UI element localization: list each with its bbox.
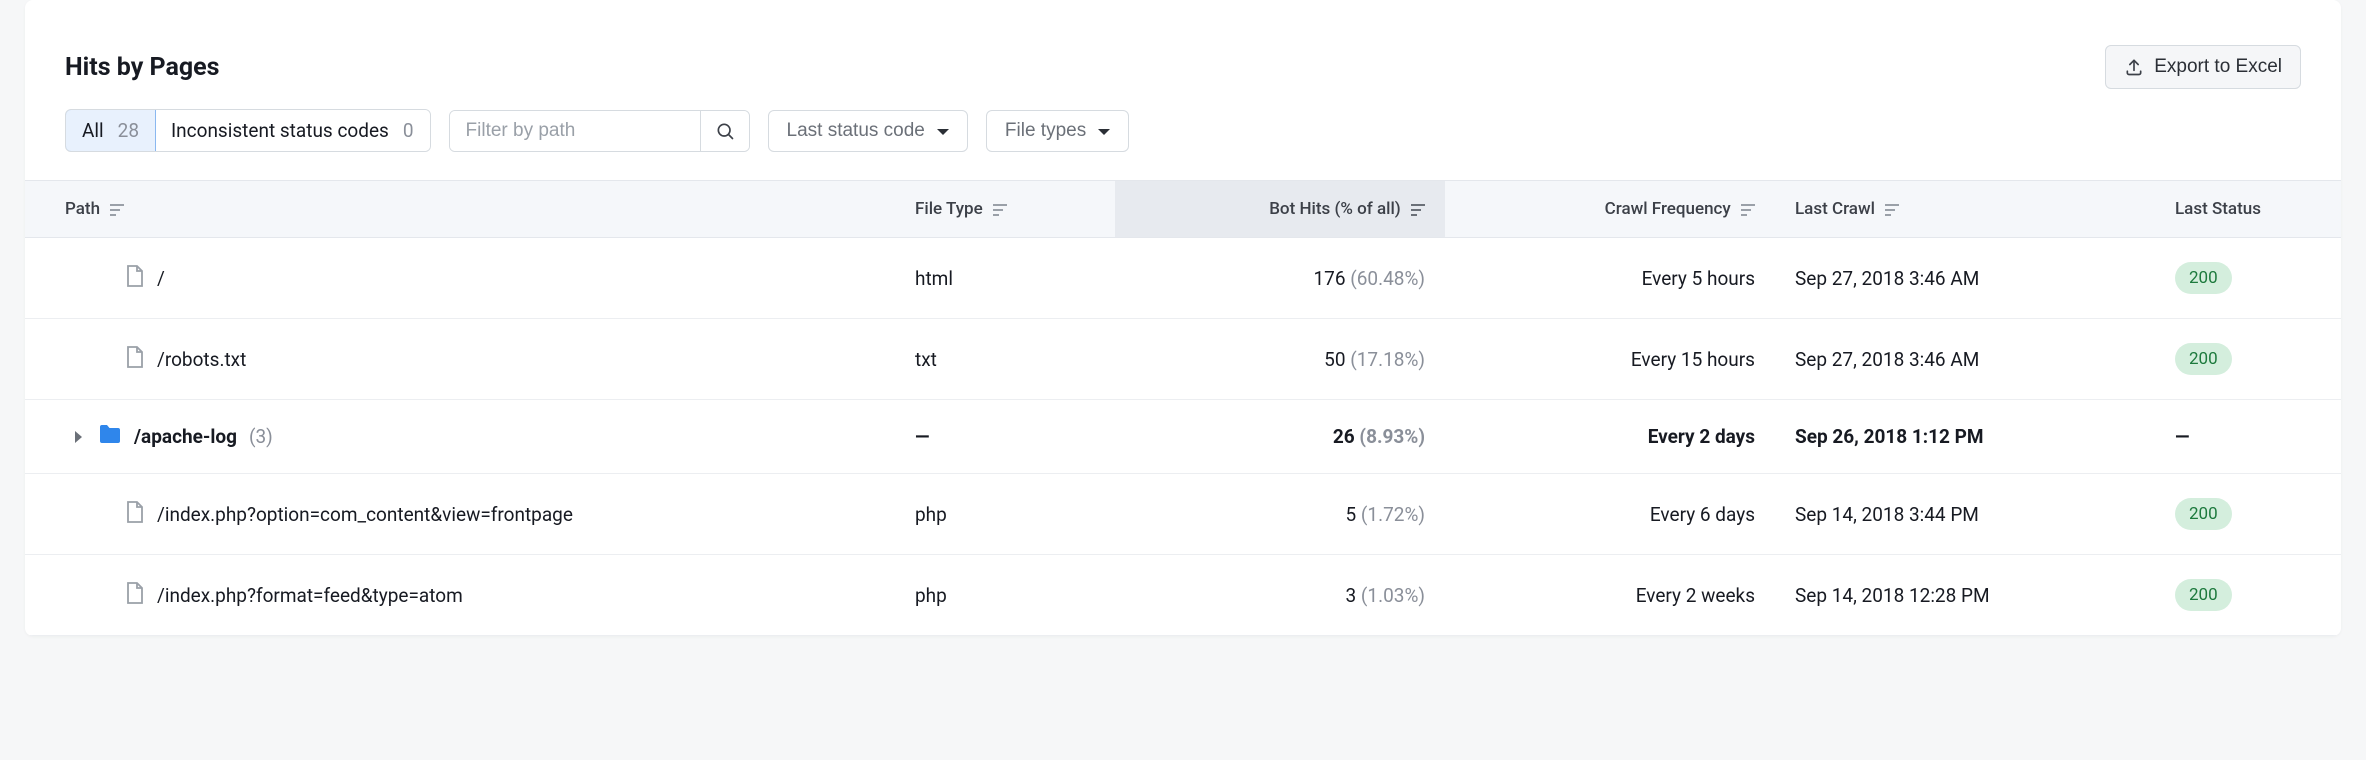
- status-badge: 200: [2175, 343, 2232, 375]
- table-row[interactable]: /apache-log (3)—26 (8.93%)Every 2 daysSe…: [25, 400, 2341, 474]
- table-row[interactable]: / html176 (60.48%)Every 5 hoursSep 27, 20…: [25, 238, 2341, 319]
- chevron-down-icon: [1098, 129, 1110, 135]
- export-button[interactable]: Export to Excel: [2105, 45, 2301, 89]
- status-badge: 200: [2175, 262, 2232, 294]
- cell-hits: 3 (1.03%): [1115, 555, 1445, 636]
- path-text: /apache-log: [134, 425, 237, 448]
- group-count: (3): [249, 425, 273, 448]
- pages-table: Path File Type Bot Hits (% of all): [25, 180, 2341, 636]
- segment-label: All: [82, 119, 104, 142]
- sort-icon: [110, 204, 124, 216]
- path-text: /index.php?option=com_content&view=front…: [157, 503, 573, 526]
- cell-hits: 5 (1.72%): [1115, 474, 1445, 555]
- chevron-right-icon[interactable]: [75, 431, 82, 443]
- table-row[interactable]: /index.php?option=com_content&view=front…: [25, 474, 2341, 555]
- segment-count: 28: [118, 119, 139, 142]
- panel-header: Hits by Pages Export to Excel: [25, 0, 2341, 109]
- chevron-down-icon: [937, 129, 949, 135]
- file-icon: [125, 500, 145, 529]
- col-header-status[interactable]: Last Status: [2155, 181, 2341, 238]
- dropdown-label: Last status code: [787, 120, 925, 142]
- col-label: File Type: [915, 199, 983, 219]
- col-header-filetype[interactable]: File Type: [895, 181, 1115, 238]
- cell-last-crawl: Sep 14, 2018 12:28 PM: [1775, 555, 2155, 636]
- cell-last-crawl: Sep 27, 2018 3:46 AM: [1775, 319, 2155, 400]
- cell-status: 200: [2155, 319, 2341, 400]
- hits-by-pages-panel: Hits by Pages Export to Excel All 28 Inc…: [25, 0, 2341, 636]
- search-icon: [715, 121, 735, 141]
- path-text: /robots.txt: [157, 348, 246, 371]
- export-label: Export to Excel: [2154, 56, 2282, 78]
- cell-last-crawl: Sep 14, 2018 3:44 PM: [1775, 474, 2155, 555]
- col-label: Last Crawl: [1795, 199, 1875, 219]
- path-search-button[interactable]: [700, 111, 749, 151]
- file-icon: [125, 264, 145, 293]
- path-search-input[interactable]: [450, 111, 700, 151]
- cell-filetype: txt: [895, 319, 1115, 400]
- status-badge: 200: [2175, 498, 2232, 530]
- filter-bar: All 28 Inconsistent status codes 0 Last …: [25, 109, 2341, 180]
- cell-status: —: [2155, 400, 2341, 474]
- cell-hits: 50 (17.18%): [1115, 319, 1445, 400]
- panel-title: Hits by Pages: [65, 53, 220, 82]
- cell-frequency: Every 5 hours: [1445, 238, 1775, 319]
- cell-filetype: —: [895, 400, 1115, 474]
- cell-status: 200: [2155, 555, 2341, 636]
- sort-icon: [993, 204, 1007, 216]
- file-icon: [125, 345, 145, 374]
- col-label: Bot Hits (% of all): [1269, 199, 1401, 219]
- sort-icon: [1411, 204, 1425, 216]
- cell-frequency: Every 15 hours: [1445, 319, 1775, 400]
- cell-filetype: php: [895, 474, 1115, 555]
- col-label: Crawl Frequency: [1605, 199, 1731, 219]
- sort-icon: [1741, 204, 1755, 216]
- upload-icon: [2124, 57, 2144, 77]
- col-header-hits[interactable]: Bot Hits (% of all): [1115, 181, 1445, 238]
- file-icon: [125, 581, 145, 610]
- col-label: Last Status: [2175, 199, 2261, 219]
- path-text: /index.php?format=feed&type=atom: [157, 584, 463, 607]
- cell-filetype: php: [895, 555, 1115, 636]
- cell-last-crawl: Sep 26, 2018 1:12 PM: [1775, 400, 2155, 474]
- cell-last-crawl: Sep 27, 2018 3:46 AM: [1775, 238, 2155, 319]
- status-filter-dropdown[interactable]: Last status code: [768, 110, 968, 152]
- dropdown-label: File types: [1005, 120, 1086, 142]
- col-header-crawl[interactable]: Last Crawl: [1775, 181, 2155, 238]
- cell-status: 200: [2155, 238, 2341, 319]
- col-header-freq[interactable]: Crawl Frequency: [1445, 181, 1775, 238]
- path-search: [449, 110, 750, 152]
- cell-frequency: Every 6 days: [1445, 474, 1775, 555]
- status-badge: 200: [2175, 579, 2232, 611]
- cell-status: 200: [2155, 474, 2341, 555]
- segment-label: Inconsistent status codes: [171, 119, 389, 142]
- cell-frequency: Every 2 weeks: [1445, 555, 1775, 636]
- folder-icon: [98, 424, 122, 449]
- col-header-path[interactable]: Path: [25, 181, 895, 238]
- col-label: Path: [65, 199, 100, 219]
- cell-hits: 26 (8.93%): [1115, 400, 1445, 474]
- cell-hits: 176 (60.48%): [1115, 238, 1445, 319]
- path-text: /: [157, 267, 165, 290]
- segment-all[interactable]: All 28: [65, 109, 156, 152]
- segment-inconsistent[interactable]: Inconsistent status codes 0: [155, 110, 430, 151]
- segment-count: 0: [403, 119, 414, 142]
- table-row[interactable]: /robots.txt txt50 (17.18%)Every 15 hoursS…: [25, 319, 2341, 400]
- filter-segments: All 28 Inconsistent status codes 0: [65, 109, 431, 152]
- filetype-filter-dropdown[interactable]: File types: [986, 110, 1129, 152]
- cell-frequency: Every 2 days: [1445, 400, 1775, 474]
- sort-icon: [1885, 204, 1899, 216]
- cell-filetype: html: [895, 238, 1115, 319]
- table-row[interactable]: /index.php?format=feed&type=atom php3 (1.…: [25, 555, 2341, 636]
